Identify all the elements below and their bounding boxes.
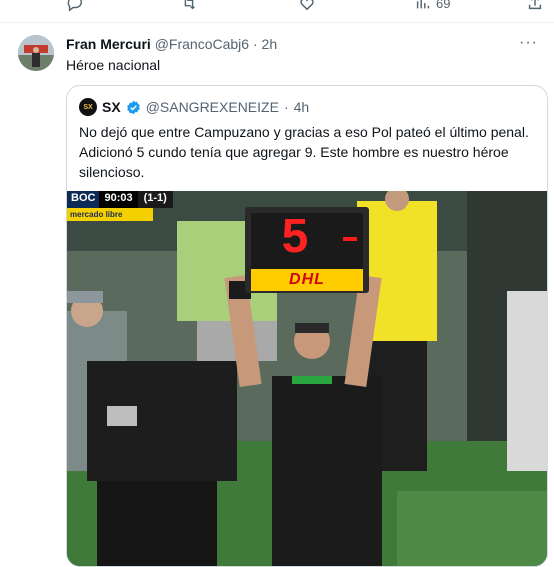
quote-time[interactable]: 4h (294, 99, 310, 115)
scorebug: BOC 90:03 (1-1) (67, 191, 173, 208)
share-button[interactable] (526, 0, 544, 12)
repost-icon (184, 0, 195, 10)
quote-author-handle[interactable]: @SANGREXENEIZE (146, 99, 279, 115)
quote-media-image[interactable]: BOC 90:03 (1-1) mercado libre 5 DHL (67, 191, 547, 566)
quote-avatar[interactable]: SX (79, 98, 97, 116)
views-count: 69 (436, 0, 451, 11)
quote-author-name[interactable]: SX (102, 99, 121, 115)
post-header: Fran Mercuri @FrancoCabj6 · 2h (66, 36, 277, 52)
reply-icon (67, 0, 82, 12)
quote-separator: · (283, 99, 289, 115)
more-icon[interactable]: ··· (519, 34, 538, 52)
share-icon (528, 0, 542, 10)
previous-post-actions: 69 (0, 0, 554, 23)
match-clock: 90:03 (99, 191, 138, 208)
author-name[interactable]: Fran Mercuri (66, 36, 151, 52)
quote-text: No dejó que entre Campuzano y gracias a … (79, 124, 529, 180)
like-icon (300, 0, 314, 11)
quoted-post[interactable]: SX SX @SANGREXENEIZE · 4h No dejó que en… (66, 85, 548, 567)
verified-icon (126, 100, 140, 114)
like-button[interactable] (298, 0, 316, 12)
author-handle[interactable]: @FrancoCabj6 (155, 36, 249, 52)
post-time[interactable]: 2h (262, 36, 278, 52)
views-button[interactable]: 69 (414, 0, 450, 12)
views-icon (416, 0, 430, 9)
separator: · (252, 36, 258, 52)
reply-button[interactable] (66, 0, 84, 12)
author-avatar[interactable] (18, 35, 54, 71)
repost-button[interactable] (180, 0, 198, 12)
board-number: 5 (281, 210, 309, 263)
quote-header: SX SX @SANGREXENEIZE · 4h (79, 98, 309, 116)
post[interactable]: Fran Mercuri @FrancoCabj6 · 2h ··· Héroe… (0, 22, 554, 567)
match-score: (1-1) (137, 191, 173, 208)
team-label: BOC (67, 191, 100, 208)
sponsor-badge: mercado libre (67, 208, 153, 221)
board-brand: DHL (289, 271, 325, 288)
post-text: Héroe nacional (66, 57, 161, 73)
